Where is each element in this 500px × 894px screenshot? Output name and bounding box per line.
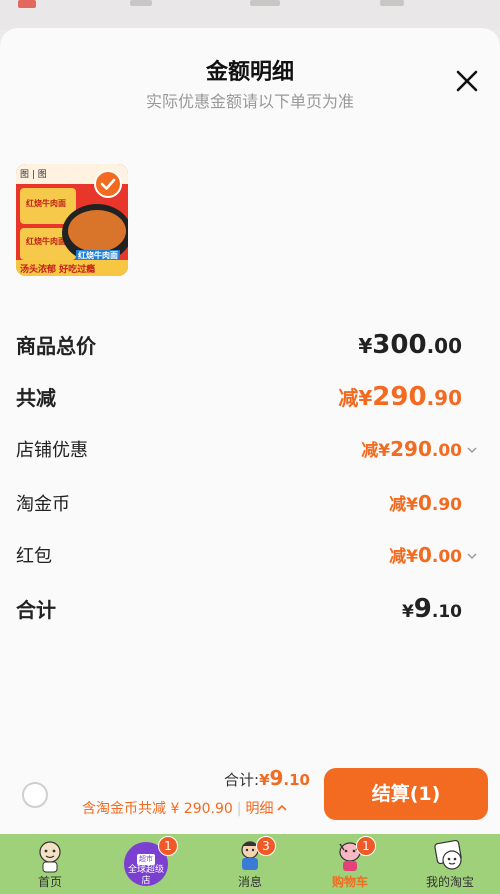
background-item: [380, 0, 404, 6]
product-banner-text: 汤头浓郁 好吃过瘾: [20, 265, 96, 275]
row-shop-discount[interactable]: 店铺优惠 减¥290.00: [16, 436, 477, 468]
tab-messages[interactable]: 3 消息: [200, 834, 300, 894]
row-total-reduce: 共减 减¥290.90: [16, 382, 462, 414]
selected-check-icon: [94, 170, 122, 198]
sum-value: ¥9.10: [401, 594, 462, 624]
select-all-radio[interactable]: [22, 782, 48, 808]
footer-total: 合计:¥9.10: [224, 766, 310, 790]
detail-toggle-button[interactable]: 明细: [246, 801, 288, 817]
checkout-button[interactable]: 结算(1): [324, 768, 488, 820]
product-pack-label: 红烧牛肉面: [26, 237, 66, 246]
chevron-down-icon[interactable]: [466, 550, 478, 562]
tab-home-label: 首页: [37, 875, 62, 889]
background-item: [250, 0, 280, 6]
footer-saving-text: 含淘金币共减 ¥ 290.90: [82, 801, 233, 817]
sheet-title: 金额明细: [205, 60, 294, 85]
total-price-label: 商品总价: [16, 334, 96, 358]
product-brand-label: 图 | 图: [20, 170, 47, 180]
tab-my-taobao[interactable]: 我的淘宝: [400, 834, 500, 894]
home-mascot-icon: [39, 841, 61, 873]
tab-messages-label: 消息: [237, 875, 262, 889]
noodle-image: [68, 210, 126, 252]
row-total-price: 商品总价 ¥300.00: [16, 330, 462, 362]
footer-saving: 含淘金币共减 ¥ 290.90 | 明细: [82, 798, 288, 818]
shop-discount-label: 店铺优惠: [16, 440, 88, 461]
footer-total-value: 9: [269, 766, 284, 790]
tab-badge: 3: [256, 836, 276, 856]
row-taojinbi: 淘金币 减¥0.90: [16, 490, 462, 522]
hongbao-value: 减¥0.00: [389, 543, 462, 567]
tab-cart[interactable]: 1 购物车: [300, 834, 400, 894]
background-red-marker: [18, 0, 36, 8]
product-thumbnail[interactable]: 图 | 图 红烧牛肉面 红烧牛肉面 红烧牛肉面 汤头浓郁 好吃过瘾: [16, 164, 128, 276]
tab-global-mall-label: 全球超级店: [127, 865, 164, 886]
chevron-up-icon: [276, 804, 287, 811]
row-hongbao[interactable]: 红包 减¥0.00: [16, 542, 477, 574]
sum-label: 合计: [16, 598, 56, 622]
footer-total-label: 合计:: [224, 771, 260, 789]
total-reduce-value: 减¥290.90: [338, 382, 462, 412]
row-sum: 合计 ¥9.10: [16, 594, 462, 626]
amount-detail-sheet: 金额明细 实际优惠金额请以下单页为准 图 | 图 红烧牛肉面 红烧牛肉面 红烧牛…: [0, 28, 500, 834]
total-price-value: ¥300.00: [358, 330, 462, 360]
tab-cart-label: 购物车: [331, 875, 368, 889]
sheet-subtitle: 实际优惠金额请以下单页为准: [145, 92, 354, 111]
hongbao-label: 红包: [16, 546, 52, 567]
taojinbi-value: 减¥0.90: [389, 491, 462, 515]
chevron-down-icon[interactable]: [466, 444, 478, 456]
product-pack-label: 红烧牛肉面: [26, 199, 66, 208]
close-icon: [456, 70, 478, 92]
shop-discount-value: 减¥290.00: [361, 437, 462, 461]
tab-global-mall[interactable]: 超市 全球超级店 1: [100, 834, 200, 894]
background-page-strip: [0, 0, 500, 30]
tab-badge: 1: [158, 836, 178, 856]
tab-home[interactable]: 首页: [0, 834, 100, 894]
background-item: [130, 0, 152, 6]
total-reduce-label: 共减: [16, 386, 56, 410]
tab-my-taobao-label: 我的淘宝: [425, 875, 474, 889]
product-banner: 汤头浓郁 好吃过瘾: [16, 260, 128, 276]
close-button[interactable]: [452, 66, 482, 96]
my-taobao-mascot-icon: [434, 839, 462, 870]
bottom-tab-bar: 首页 超市 全球超级店 1 3 消息 1 购物车 我的淘宝: [0, 834, 500, 894]
taojinbi-label: 淘金币: [16, 494, 70, 515]
tab-badge: 1: [356, 836, 376, 856]
